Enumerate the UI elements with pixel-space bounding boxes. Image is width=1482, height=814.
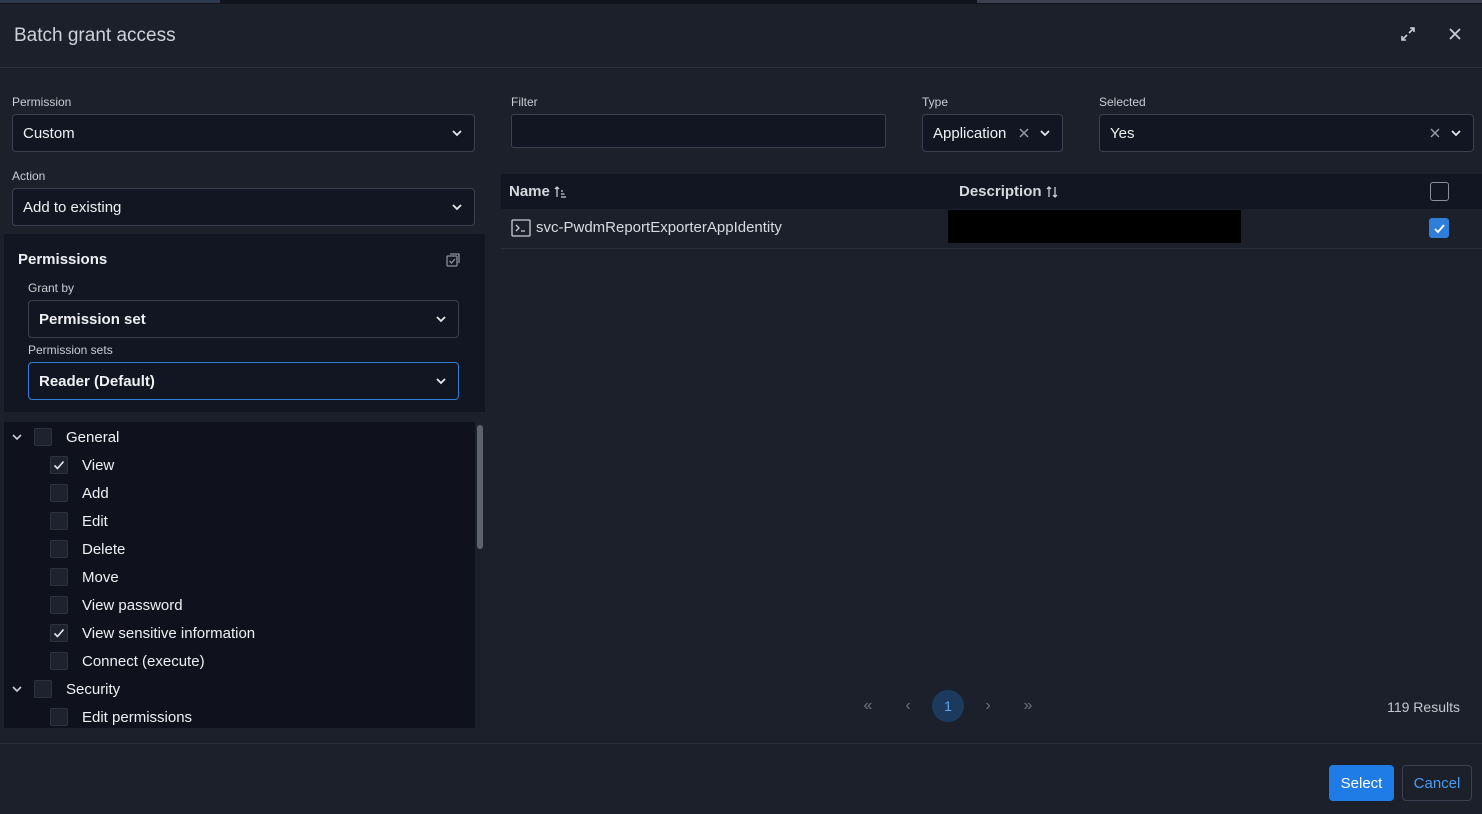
prev-page-button[interactable]: ‹ (898, 696, 918, 716)
tree-item-label: View password (82, 596, 183, 614)
tree-item-label: Edit (82, 512, 108, 530)
column-label: Description (959, 183, 1042, 200)
last-page-button[interactable]: » (1018, 696, 1038, 716)
page-1-button[interactable]: 1 (932, 690, 964, 722)
tree-item-edit-permissions[interactable]: Edit permissions (50, 703, 192, 731)
tree-item-delete[interactable]: Delete (50, 535, 125, 563)
action-label: Action (12, 169, 46, 183)
tree-item-label: Add (82, 484, 109, 502)
filter-input[interactable] (511, 114, 886, 148)
filter-label: Filter (511, 95, 538, 109)
clear-icon[interactable] (1018, 127, 1030, 139)
type-select[interactable]: Application (922, 114, 1063, 152)
tree-item-label: Move (82, 568, 119, 586)
permission-value: Custom (23, 124, 75, 142)
first-page-button[interactable]: « (858, 696, 878, 716)
column-label: Name (509, 183, 550, 200)
checkbox[interactable] (50, 512, 68, 530)
chevron-down-icon (1038, 126, 1052, 140)
clear-icon[interactable] (1429, 127, 1441, 139)
chevron-down-icon[interactable] (10, 430, 24, 444)
chevron-down-icon (1449, 126, 1463, 140)
tree-item-view-password[interactable]: View password (50, 591, 183, 619)
redacted-description (948, 210, 1241, 243)
tree-group-security[interactable]: Security (34, 675, 120, 703)
column-header-name[interactable]: Name (509, 183, 567, 200)
tree-item-label: View (82, 456, 115, 474)
tree-item-label: Edit permissions (82, 708, 193, 726)
tree-item-edit[interactable]: Edit (50, 507, 108, 535)
tree-item-view[interactable]: View (50, 451, 114, 479)
tree-group-general[interactable]: General (34, 423, 119, 451)
selected-select[interactable]: Yes (1099, 114, 1474, 152)
checkbox-checked[interactable] (50, 456, 68, 474)
action-value: Add to existing (23, 198, 122, 216)
checkbox[interactable] (34, 428, 52, 446)
select-all-icon[interactable] (445, 252, 461, 268)
dialog-title: Batch grant access (14, 25, 176, 46)
permission-sets-select[interactable]: Reader (Default) (28, 362, 459, 400)
tree-item-label: Delete (82, 540, 126, 558)
grant-by-select[interactable]: Permission set (28, 300, 459, 338)
select-all-checkbox[interactable] (1430, 182, 1449, 201)
checkbox[interactable] (50, 596, 68, 614)
action-select[interactable]: Add to existing (12, 188, 475, 226)
cancel-button[interactable]: Cancel (1402, 765, 1472, 801)
chevron-down-icon (434, 374, 448, 388)
permission-sets-value: Reader (Default) (39, 372, 155, 390)
chevron-down-icon (450, 126, 464, 140)
tree-scrollbar[interactable] (477, 425, 483, 549)
selected-label: Selected (1099, 95, 1146, 109)
tree-group-label: Security (66, 680, 121, 698)
type-value: Application (933, 124, 1007, 142)
grant-by-value: Permission set (39, 310, 146, 328)
close-icon[interactable] (1445, 24, 1465, 44)
sort-ascending-icon (554, 185, 566, 198)
permission-sets-label: Permission sets (28, 343, 113, 357)
footer-divider (0, 743, 1482, 744)
permission-select[interactable]: Custom (12, 114, 475, 152)
header-divider (0, 67, 1482, 68)
next-page-button[interactable]: › (978, 696, 998, 716)
tree-item-connect[interactable]: Connect (execute) (50, 647, 205, 675)
tree-group-label: General (66, 428, 120, 446)
tree-item-label: Connect (execute) (82, 652, 205, 670)
row-name: svc-PwdmReportExporterAppIdentity (536, 219, 782, 236)
tree-item-move[interactable]: Move (50, 563, 119, 591)
tree-item-view-sensitive[interactable]: View sensitive information (50, 619, 255, 647)
grant-by-label: Grant by (28, 281, 75, 295)
chevron-down-icon (434, 312, 448, 326)
permissions-title: Permissions (18, 251, 108, 268)
chevron-down-icon (450, 200, 464, 214)
checkbox[interactable] (34, 680, 52, 698)
checkbox[interactable] (50, 708, 68, 726)
top-strip (0, 0, 1482, 4)
expand-icon[interactable] (1398, 24, 1418, 44)
checkbox-checked[interactable] (50, 624, 68, 642)
row-checkbox[interactable] (1429, 218, 1449, 238)
column-header-description[interactable]: Description (959, 183, 1059, 200)
tree-item-label: View sensitive information (82, 624, 256, 642)
sort-icon (1046, 185, 1057, 198)
checkbox[interactable] (50, 484, 68, 502)
results-count: 119 Results (1387, 699, 1460, 715)
type-label: Type (922, 95, 949, 109)
select-button[interactable]: Select (1329, 765, 1394, 801)
selected-value: Yes (1110, 124, 1135, 142)
checkbox[interactable] (50, 652, 68, 670)
terminal-icon (511, 219, 531, 237)
permission-label: Permission (12, 95, 72, 109)
checkbox[interactable] (50, 568, 68, 586)
tree-item-add[interactable]: Add (50, 479, 109, 507)
checkbox[interactable] (50, 540, 68, 558)
chevron-down-icon[interactable] (10, 682, 24, 696)
